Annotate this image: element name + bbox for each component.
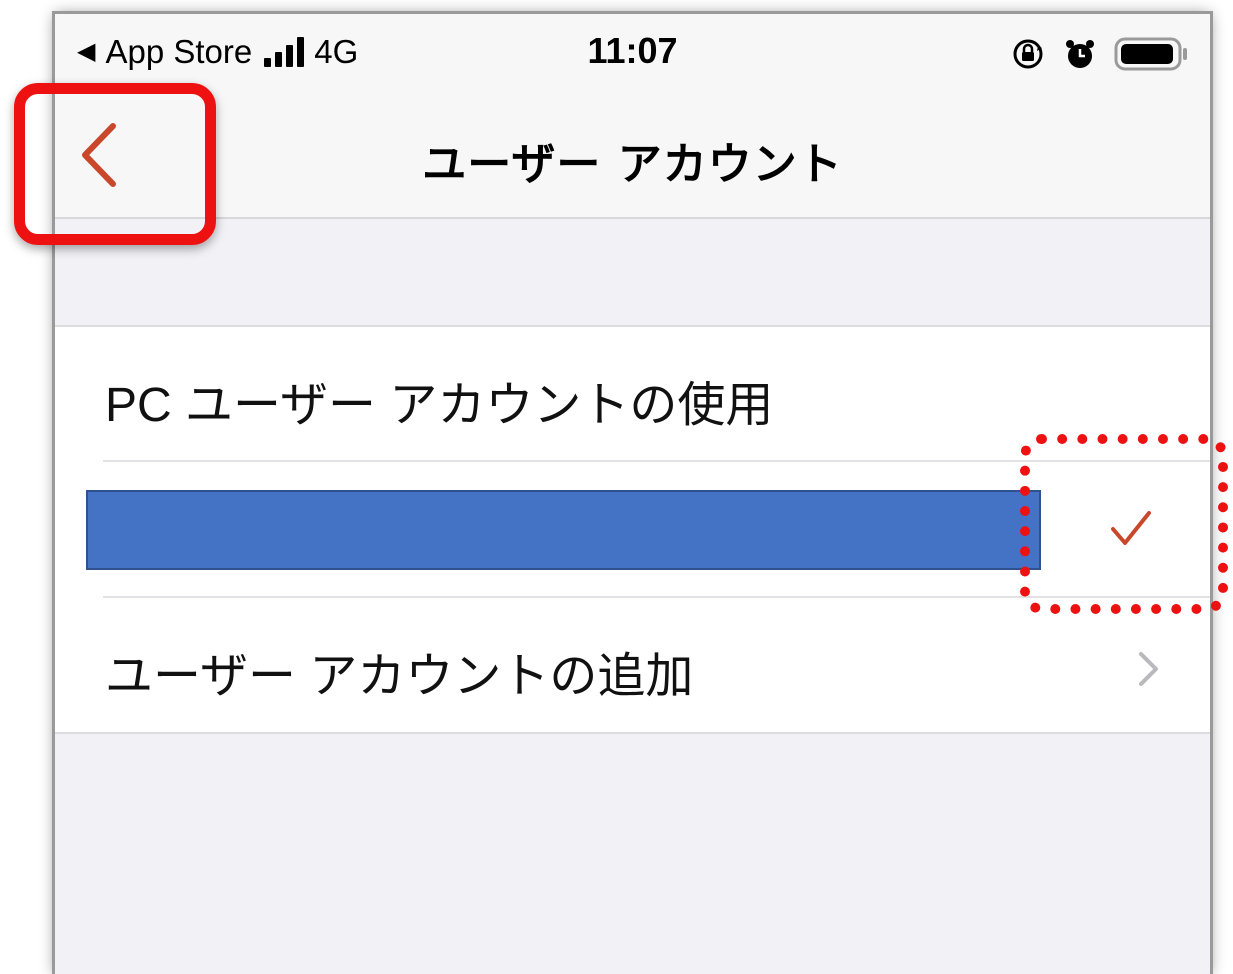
navigation-bar: ユーザー アカウント xyxy=(55,94,1210,219)
back-button-highlight xyxy=(14,83,216,245)
redacted-account-name xyxy=(86,490,1041,570)
alarm-icon xyxy=(1066,40,1094,68)
checkmark-highlight xyxy=(1020,434,1228,614)
page-title: ユーザー アカウント xyxy=(422,139,843,190)
rotation-lock-icon xyxy=(1013,39,1043,69)
add-account-row[interactable]: ユーザー アカウントの追加 xyxy=(55,598,1210,733)
chevron-right-icon xyxy=(1139,652,1158,686)
use-pc-account-label: PC ユーザー アカウントの使用 xyxy=(105,379,774,432)
status-bar: ◀ App Store 4G 11:07 xyxy=(55,14,1210,94)
add-account-label: ユーザー アカウントの追加 xyxy=(105,650,694,703)
battery-icon xyxy=(1114,37,1187,71)
